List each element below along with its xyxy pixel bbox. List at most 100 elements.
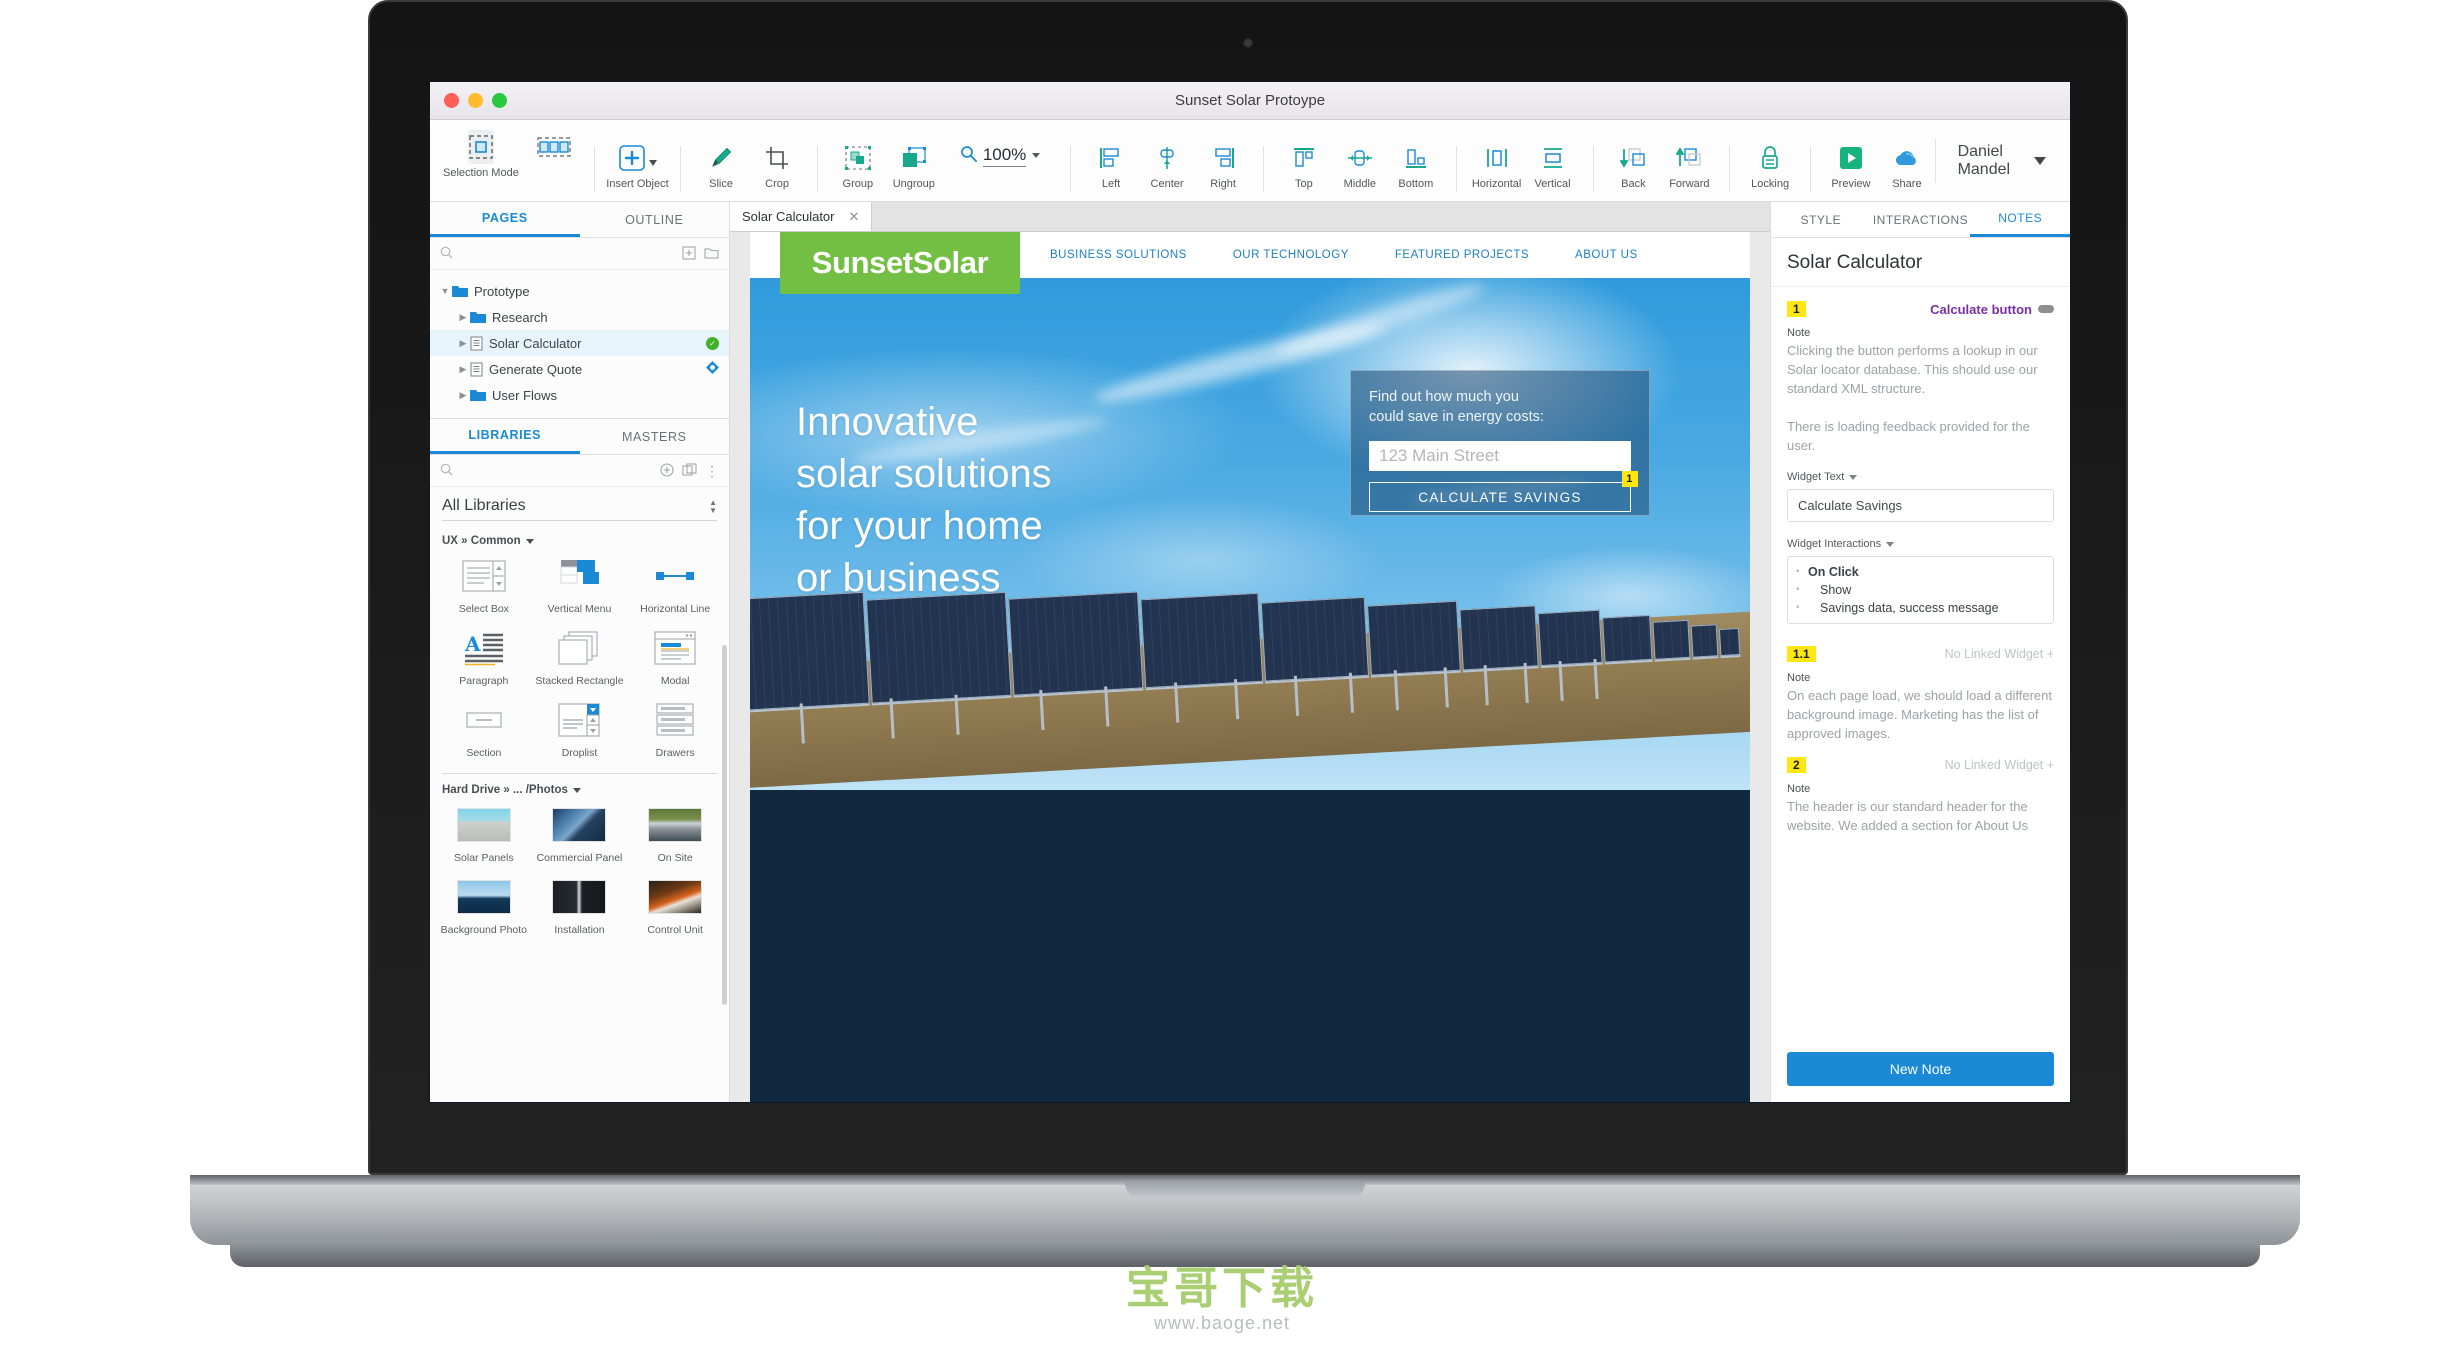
note-pin-1[interactable]: 1 [1622,471,1638,487]
widget-drawers[interactable]: Drawers [627,697,723,759]
widget-text-value[interactable]: Calculate Savings [1787,489,2054,522]
expand-arrow-down-icon[interactable]: ▼ [438,286,452,296]
note-text[interactable]: The header is our standard header for th… [1787,797,2054,835]
nav-item-business-solutions[interactable]: BUSINESS SOLUTIONS [1050,249,1187,261]
tree-node-research[interactable]: ▶ Research [430,304,729,330]
canvas-viewport[interactable]: SunsetSolar BUSINESS SOLUTIONS OUR TECHN… [730,232,1770,1102]
add-folder-icon[interactable] [704,246,719,262]
stepper-icon[interactable]: ▲▼ [709,499,717,514]
tab-style[interactable]: STYLE [1771,202,1871,237]
chevron-down-icon[interactable] [1849,475,1857,480]
bring-forward-button[interactable]: Forward [1661,131,1717,190]
site-logo[interactable]: SunsetSolar [780,232,1020,294]
interaction-row[interactable]: ▪ Show [1788,581,2053,599]
prototype-page[interactable]: SunsetSolar BUSINESS SOLUTIONS OUR TECHN… [750,232,1750,1102]
distribute-vertical-button[interactable]: Vertical [1525,131,1581,190]
align-middle-button[interactable]: Middle [1332,131,1388,190]
tab-pages[interactable]: PAGES [430,202,580,237]
widget-photo-commercial-panel[interactable]: Commercial Panel [532,802,628,864]
note-no-linked-widget[interactable]: No Linked Widget + [1945,758,2054,772]
zoom-chevron-down-icon[interactable] [1032,153,1040,158]
tree-node-generate-quote[interactable]: ▶ Generate Quote [430,356,729,382]
chevron-down-icon[interactable] [526,539,534,544]
document-tab-solar-calculator[interactable]: Solar Calculator ✕ [730,202,872,231]
widget-horizontal-line[interactable]: Horizontal Line [627,553,723,615]
interaction-row[interactable]: ▪ On Click [1788,563,2053,581]
note-text[interactable]: Clicking the button performs a lookup in… [1787,341,2054,455]
crop-button[interactable]: Crop [749,131,805,190]
widget-photo-on-site[interactable]: On Site [627,802,723,864]
locking-button[interactable]: Locking [1742,131,1798,190]
expand-arrow-right-icon[interactable]: ▶ [456,390,470,401]
widget-photo-installation[interactable]: Installation [532,874,628,936]
preview-button[interactable]: Preview [1823,131,1879,190]
address-input[interactable]: 123 Main Street [1369,441,1631,471]
library-scrollbar-thumb[interactable] [722,645,727,1005]
chevron-down-icon[interactable] [573,788,581,793]
note-number-badge[interactable]: 1 [1787,301,1806,317]
search-icon[interactable] [440,463,453,479]
widget-vertical-menu[interactable]: Vertical Menu [532,553,628,615]
note-number-badge[interactable]: 1.1 [1787,646,1816,662]
tab-outline[interactable]: OUTLINE [580,202,730,237]
tab-libraries[interactable]: LIBRARIES [430,419,580,454]
search-icon[interactable] [440,246,453,262]
widget-modal[interactable]: Modal [627,625,723,687]
nav-item-featured-projects[interactable]: FEATURED PROJECTS [1395,249,1529,261]
note-no-linked-widget[interactable]: No Linked Widget + [1945,647,2054,661]
widget-select-box[interactable]: Select Box [436,553,532,615]
zoom-value[interactable]: 100% [983,145,1026,167]
link-icon[interactable] [2038,305,2054,313]
widget-droplist[interactable]: Droplist [532,697,628,759]
align-center-button[interactable]: Center [1139,131,1195,190]
insert-object-chevron-down-icon[interactable] [649,160,657,166]
widget-section[interactable]: Section [436,697,532,759]
library-select[interactable]: All Libraries ▲▼ [442,497,717,521]
nav-item-about-us[interactable]: ABOUT US [1575,249,1638,261]
note-number-badge[interactable]: 2 [1787,757,1806,773]
expand-arrow-right-icon[interactable]: ▶ [456,364,470,375]
expand-arrow-right-icon[interactable]: ▶ [456,338,470,349]
multi-select-button[interactable] [526,120,582,167]
slice-button[interactable]: Slice [693,131,749,190]
widget-text-label[interactable]: Widget Text [1787,471,2054,483]
tree-node-user-flows[interactable]: ▶ User Flows [430,382,729,408]
tab-notes[interactable]: NOTES [1970,202,2070,237]
align-right-button[interactable]: Right [1195,131,1251,190]
library-scroll-area[interactable]: UX » Common [430,525,729,1102]
widget-interactions-label[interactable]: Widget Interactions [1787,538,2054,550]
align-left-button[interactable]: Left [1083,131,1139,190]
ungroup-button[interactable]: Ungroup [886,131,942,190]
widget-paragraph[interactable]: A Paragraph [436,625,532,687]
calculate-savings-button[interactable]: CALCULATE SAVINGS 1 [1369,482,1631,512]
tab-interactions[interactable]: INTERACTIONS [1871,202,1971,237]
new-note-button[interactable]: New Note [1787,1052,2054,1086]
widget-photo-control-unit[interactable]: Control Unit [627,874,723,936]
widget-photo-solar-panels[interactable]: Solar Panels [436,802,532,864]
zoom-control[interactable]: 100% [942,145,1058,167]
tree-node-prototype[interactable]: ▼ Prototype [430,278,729,304]
align-bottom-button[interactable]: Bottom [1388,131,1444,190]
library-group-header-photos[interactable]: Hard Drive » ... /Photos [430,774,729,802]
interaction-row[interactable]: ▪ Savings data, success message [1788,599,2053,617]
tab-masters[interactable]: MASTERS [580,419,730,454]
close-icon[interactable]: ✕ [849,209,860,225]
send-back-button[interactable]: Back [1605,131,1661,190]
distribute-horizontal-button[interactable]: Horizontal [1469,131,1525,190]
nav-item-our-technology[interactable]: OUR TECHNOLOGY [1233,249,1349,261]
insert-object-button[interactable]: Insert Object [607,131,669,190]
tree-node-solar-calculator[interactable]: ▶ Solar Calculator ✓ [430,330,729,356]
overflow-menu-icon[interactable]: ⋮ [705,464,719,478]
widget-photo-background-photo[interactable]: Background Photo [436,874,532,936]
share-button[interactable]: Share [1879,131,1935,190]
widget-stacked-rectangle[interactable]: Stacked Rectangle [532,625,628,687]
chevron-down-icon[interactable] [2034,157,2046,165]
user-account-menu[interactable]: Daniel Mandel [1935,139,2064,183]
selection-mode-button[interactable]: Selection Mode [436,120,526,179]
note-text[interactable]: On each page load, we should load a diff… [1787,686,2054,743]
group-button[interactable]: Group [830,131,886,190]
expand-arrow-right-icon[interactable]: ▶ [456,312,470,323]
note-linked-widget[interactable]: Calculate button [1930,302,2054,317]
library-select-row[interactable]: All Libraries ▲▼ [430,487,729,525]
chevron-down-icon[interactable] [1886,542,1894,547]
